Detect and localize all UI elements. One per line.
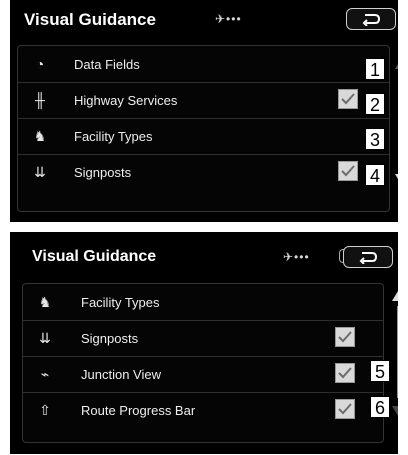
checkbox-checked[interactable] [335,363,355,383]
list-item-highway-services[interactable]: ╫ Highway Services [18,82,389,119]
highway-icon: ╫ [35,92,45,108]
callout-number: 1 [365,58,385,80]
callout-number: 2 [365,93,385,115]
settings-list: ♞ Facility Types ⇊ Signposts ⌁ Junction … [22,283,384,443]
list-item-signposts[interactable]: ⇊ Signposts [23,320,383,357]
list-item-label: Facility Types [81,295,160,310]
checkmark-icon [338,331,352,343]
checkbox-checked[interactable] [335,399,355,419]
scroll-down-arrow[interactable] [392,406,398,416]
list-item-data-fields[interactable]: ◔ Data Fields [18,46,389,83]
checkbox-checked[interactable] [338,89,358,109]
list-item-label: Data Fields [74,57,140,72]
scroll-down-arrow[interactable] [395,174,398,184]
scrollbar[interactable] [397,306,398,398]
scroll-up-arrow[interactable] [395,59,398,69]
list-item-facility-types[interactable]: ♞ Facility Types [23,284,383,321]
list-item-label: Signposts [81,331,139,346]
facility-icon: ♞ [38,294,52,310]
callout-number: 5 [370,360,390,382]
return-icon [359,252,378,264]
callout-number: 6 [370,396,390,418]
junction-icon: ⌁ [40,366,50,382]
page-title: Visual Guidance [24,10,156,29]
settings-list: ◔ Data Fields ╫ Highway Services ♞ Facil… [17,45,390,212]
speedometer-icon: ◔ [35,56,45,72]
signpost-icon: ⇊ [34,164,46,180]
checkbox-checked[interactable] [335,327,355,347]
list-item-label: Facility Types [74,129,153,144]
status-indicator: ✈••• [283,250,310,264]
checkmark-icon [341,93,355,105]
checkmark-icon [341,165,355,177]
route-progress-icon: ⇧ [39,402,51,418]
list-item-label: Signposts [74,165,132,180]
back-button[interactable] [346,8,396,30]
checkmark-icon [338,403,352,415]
list-item-label: Highway Services [74,93,178,108]
visual-guidance-screen-top: Visual Guidance ✈••• ◔ Data Fields ╫ Hig… [10,0,398,222]
callout-number: 4 [365,164,385,186]
list-item-label: Junction View [81,367,161,382]
scroll-up-arrow[interactable] [392,291,398,301]
facility-icon: ♞ [33,128,47,144]
checkmark-icon [338,367,352,379]
callout-number: 3 [365,128,385,150]
list-item-label: Route Progress Bar [81,403,196,418]
list-item-route-progress-bar[interactable]: ⇧ Route Progress Bar [23,392,383,428]
back-button[interactable] [343,246,393,268]
visual-guidance-screen-bottom: Visual Guidance ✈••• ♞ Facility Types ⇊ … [10,232,398,454]
status-indicator: ✈••• [215,12,242,26]
return-icon [362,14,381,26]
signpost-icon: ⇊ [39,330,51,346]
checkbox-checked[interactable] [338,161,358,181]
list-item-signposts[interactable]: ⇊ Signposts [18,154,389,190]
page-title: Visual Guidance [32,248,157,265]
list-item-facility-types[interactable]: ♞ Facility Types [18,118,389,155]
list-item-junction-view[interactable]: ⌁ Junction View [23,356,383,393]
